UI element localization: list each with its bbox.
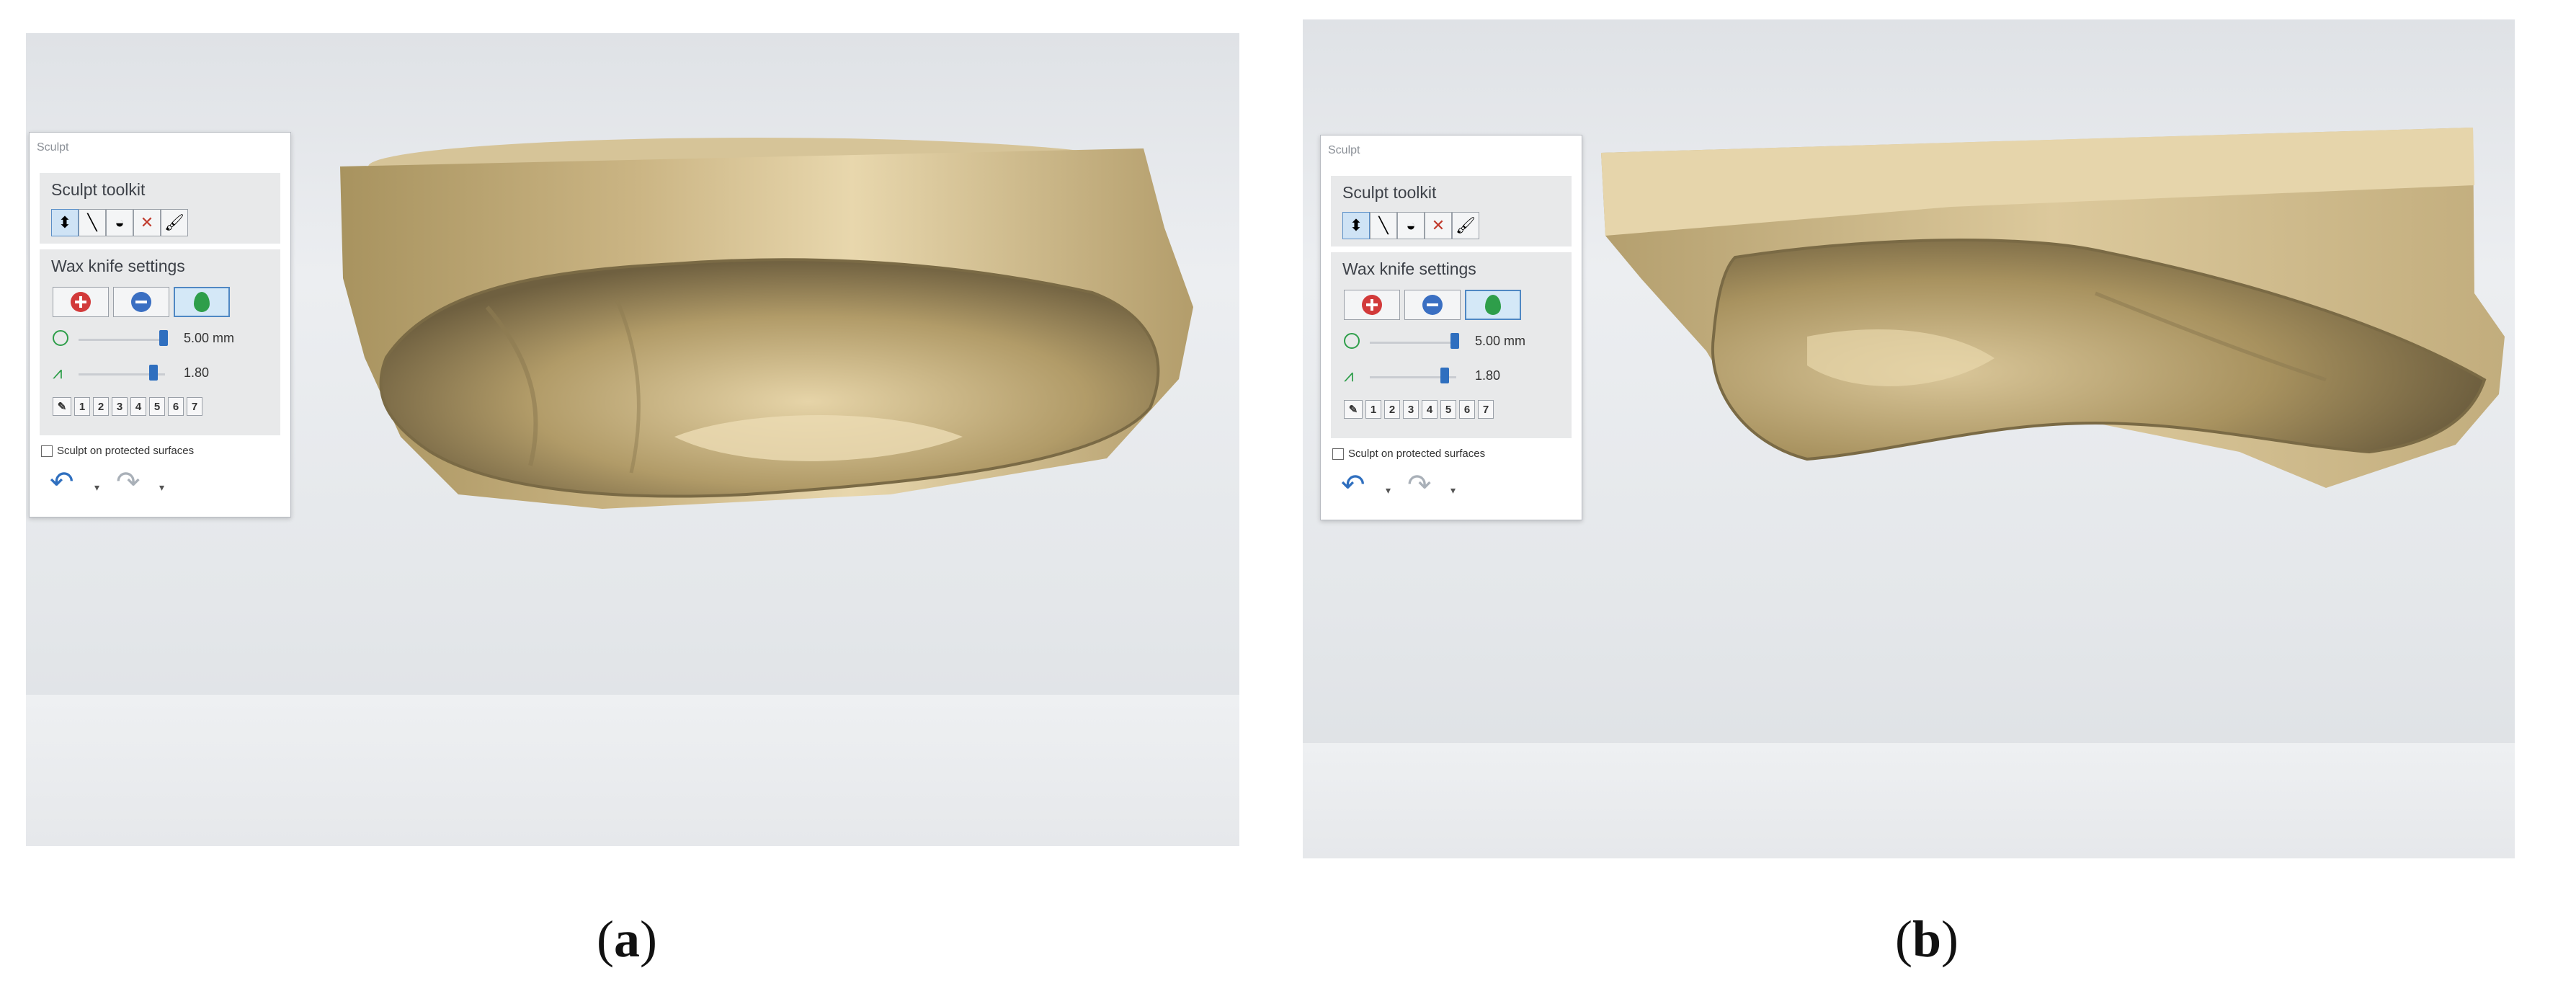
dialog-title: Sculpt [37, 141, 69, 154]
preset-7[interactable]: 7 [187, 397, 202, 416]
preset-4[interactable]: 4 [1422, 400, 1438, 419]
protected-surfaces-checkbox[interactable] [41, 445, 53, 457]
undo-icon[interactable]: ↶ [1341, 468, 1365, 502]
smooth-material-icon [1485, 295, 1501, 315]
redo-icon[interactable]: ↷ [116, 466, 141, 499]
sculpt-dialog: Sculpt Sculpt toolkit ⬍ ╲ ◒ ✕ 🖌 Wax knif… [29, 132, 291, 517]
select-tool-icon[interactable]: ⬍ [51, 209, 79, 236]
preset-5[interactable]: 5 [1440, 400, 1456, 419]
viewport-b[interactable]: Sculpt Sculpt toolkit ⬍ ╲ ◒ ✕ 🖌 Wax knif… [1303, 19, 2515, 858]
preset-2[interactable]: 2 [93, 397, 109, 416]
preset-5[interactable]: 5 [149, 397, 165, 416]
strength-icon: ⩘ [1344, 366, 1354, 386]
toolkit-header: Sculpt toolkit [51, 180, 146, 199]
protected-surfaces-label: Sculpt on protected surfaces [57, 445, 195, 457]
caption-a: (a) [597, 910, 657, 968]
morph-icon[interactable]: ◒ [1397, 212, 1425, 239]
settings-header: Wax knife settings [51, 257, 185, 275]
preset-4[interactable]: 4 [130, 397, 146, 416]
redo-dropdown-icon[interactable]: ▾ [159, 481, 164, 494]
sculpt-dialog: Sculpt Sculpt toolkit ⬍ ╲ ◒ ✕ 🖌 Wax knif… [1320, 135, 1582, 520]
viewport-a[interactable]: Sculpt Sculpt toolkit ⬍ ╲ ◒ ✕ 🖌 Wax knif… [26, 33, 1239, 846]
preset-6[interactable]: 6 [168, 397, 184, 416]
remove-material-icon [1422, 295, 1443, 315]
size-icon [53, 330, 68, 346]
wax-knife-icon[interactable]: ╲ [79, 209, 106, 236]
settings-header: Wax knife settings [1342, 259, 1476, 278]
undo-icon[interactable]: ↶ [50, 466, 74, 499]
wax-knife-settings-group: Wax knife settings 5.00 mm ⩘ 1.80 ✎ 1 2 … [1331, 252, 1572, 438]
preset-7[interactable]: 7 [1478, 400, 1494, 419]
size-slider-track[interactable] [1370, 342, 1456, 344]
protected-surfaces-label: Sculpt on protected surfaces [1348, 448, 1486, 460]
toolkit-header: Sculpt toolkit [1342, 183, 1437, 202]
undo-dropdown-icon[interactable]: ▾ [1386, 484, 1391, 497]
size-icon [1344, 333, 1360, 349]
preset-1[interactable]: 1 [1365, 400, 1381, 419]
delete-icon[interactable]: ✕ [133, 209, 161, 236]
preset-2[interactable]: 2 [1384, 400, 1400, 419]
caption-b: (b) [1895, 910, 1959, 968]
preset-1[interactable]: 1 [74, 397, 90, 416]
undo-dropdown-icon[interactable]: ▾ [94, 481, 99, 494]
dialog-title: Sculpt [1328, 144, 1360, 156]
add-material-icon [71, 292, 91, 312]
strength-slider-thumb[interactable] [149, 365, 158, 381]
brush-icon[interactable]: 🖌 [161, 209, 188, 236]
preset-6[interactable]: 6 [1459, 400, 1475, 419]
preset-3[interactable]: 3 [1403, 400, 1419, 419]
redo-dropdown-icon[interactable]: ▾ [1450, 484, 1456, 497]
add-material-button[interactable] [53, 287, 109, 317]
size-slider-thumb[interactable] [159, 330, 168, 346]
strength-value: 1.80 [184, 365, 210, 380]
smooth-material-button[interactable] [174, 287, 230, 317]
size-value: 5.00 mm [1475, 334, 1526, 348]
add-material-icon [1362, 295, 1382, 315]
sculpt-toolkit-group: Sculpt toolkit ⬍ ╲ ◒ ✕ 🖌 [40, 173, 280, 244]
sculpt-toolkit-group: Sculpt toolkit ⬍ ╲ ◒ ✕ 🖌 [1331, 176, 1572, 246]
preset-3[interactable]: 3 [112, 397, 128, 416]
strength-value: 1.80 [1475, 368, 1501, 383]
protected-surfaces-checkbox[interactable] [1332, 448, 1344, 460]
delete-icon[interactable]: ✕ [1425, 212, 1452, 239]
remove-material-icon [131, 292, 151, 312]
preset-icon[interactable]: ✎ [1344, 400, 1363, 419]
smooth-material-icon [194, 292, 210, 312]
wax-knife-icon[interactable]: ╲ [1370, 212, 1397, 239]
size-slider-track[interactable] [79, 339, 165, 341]
size-value: 5.00 mm [184, 331, 235, 345]
strength-slider-thumb[interactable] [1440, 368, 1449, 383]
preset-icon[interactable]: ✎ [53, 397, 71, 416]
strength-icon: ⩘ [53, 363, 63, 383]
select-tool-icon[interactable]: ⬍ [1342, 212, 1370, 239]
remove-material-button[interactable] [1404, 290, 1461, 320]
smooth-material-button[interactable] [1465, 290, 1521, 320]
brush-icon[interactable]: 🖌 [1452, 212, 1479, 239]
wax-knife-settings-group: Wax knife settings 5.00 mm ⩘ 1.80 ✎ 1 2 … [40, 249, 280, 435]
redo-icon[interactable]: ↷ [1407, 468, 1432, 502]
add-material-button[interactable] [1344, 290, 1400, 320]
remove-material-button[interactable] [113, 287, 169, 317]
morph-icon[interactable]: ◒ [106, 209, 133, 236]
size-slider-thumb[interactable] [1450, 333, 1459, 349]
